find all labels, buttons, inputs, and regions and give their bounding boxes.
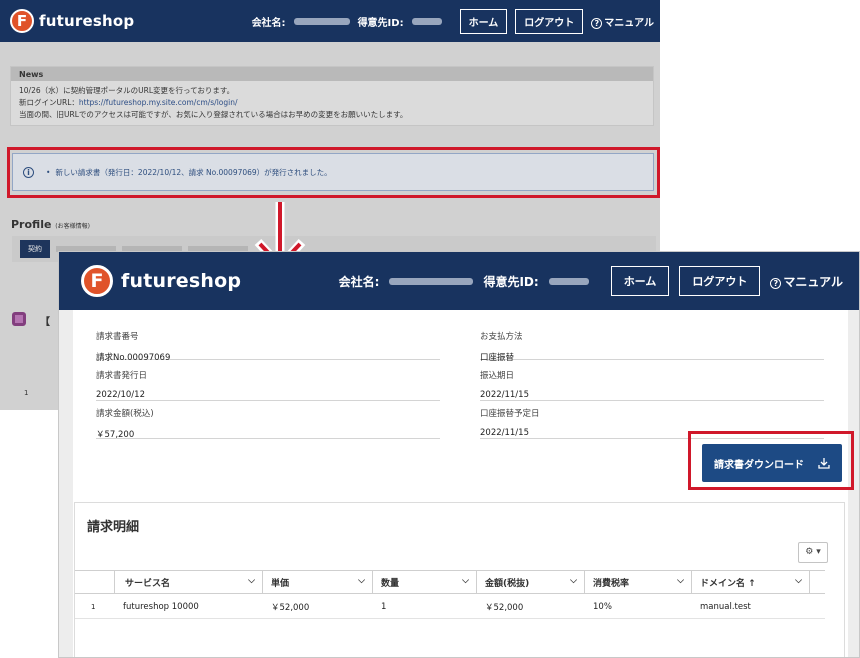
home-button[interactable]: ホーム <box>610 266 670 296</box>
cell-domain: manual.test <box>700 601 751 612</box>
due-date-field: 振込期日 2022/11/15 <box>480 369 824 401</box>
column-header-domain[interactable]: ドメイン名 ↑ ⌵ <box>692 571 810 593</box>
table-header: サービス名 ⌵ 単価 ⌵ 数量 ⌵ 金額(税抜) ⌵ 消費税率 ⌵ ドメイン名 ↑ ⌵ <box>75 570 825 594</box>
issue-date-field: 請求書発行日 2022/10/12 <box>96 369 440 401</box>
invoice-amount-field: 請求金額(税込) ￥57,200 <box>96 407 440 440</box>
help-icon: ? <box>770 277 782 289</box>
field-value: 請求No.00097069 <box>96 353 171 363</box>
back-header: F futureshop 会社名: 得意先ID: ホーム ログアウト ? マニュア… <box>0 0 660 42</box>
table-row: 1 futureshop 10000 ￥52,000 1 ￥52,000 10%… <box>75 595 825 619</box>
home-button[interactable]: ホーム <box>459 8 508 34</box>
column-header-tax-rate[interactable]: 消費税率 ⌵ <box>585 571 692 593</box>
column-label: ドメイン名 ↑ <box>700 578 756 589</box>
company-label: 会社名: <box>251 17 286 29</box>
field-label: 振込期日 <box>480 371 515 381</box>
row-index: 1 <box>24 389 29 397</box>
table-settings-gear-icon[interactable]: ⚙ ▾ <box>798 542 828 563</box>
field-label: お支払方法 <box>480 332 523 342</box>
news-panel: News 10/26（水）に契約管理ポータルのURL変更を行っております。 新ロ… <box>10 66 654 126</box>
news-url-label: 新ログインURL： <box>19 98 79 107</box>
field-value: ￥57,200 <box>96 430 135 440</box>
profile-subtitle: (お客様情報) <box>55 223 90 230</box>
news-title: News <box>11 67 653 81</box>
cell-amount: ￥52,000 <box>485 602 524 613</box>
column-header-service[interactable]: サービス名 ⌵ <box>115 571 263 593</box>
field-label: 請求書発行日 <box>96 371 148 381</box>
cell-quantity: 1 <box>381 601 387 612</box>
column-label: 消費税率 <box>593 578 630 589</box>
customer-id-label: 得意先ID: <box>483 274 539 289</box>
cell-service: futureshop 10000 <box>123 601 199 612</box>
column-label: サービス名 <box>125 578 171 589</box>
profile-title: Profile <box>11 218 52 231</box>
field-value: 口座振替 <box>480 353 515 363</box>
field-label: 請求書番号 <box>96 332 139 342</box>
column-label: 数量 <box>381 578 400 589</box>
cell-index: 1 <box>91 602 96 611</box>
company-name-redacted <box>389 277 474 285</box>
field-label: 請求金額(税込) <box>96 409 154 419</box>
news-line: 当面の間、旧URLでのアクセスは可能ですが、お気に入り登録されている場合はお早め… <box>19 110 408 119</box>
chevron-down-icon[interactable]: ⌵ <box>248 576 255 586</box>
chevron-down-icon[interactable]: ⌵ <box>795 576 802 586</box>
chevron-down-icon[interactable]: ⌵ <box>358 576 365 586</box>
detail-title: 請求明細 <box>87 520 140 535</box>
chevron-down-icon[interactable]: ⌵ <box>570 576 577 586</box>
company-name-redacted <box>293 17 350 25</box>
section-title-bracket: 【 <box>40 317 50 328</box>
column-header-index <box>75 571 115 593</box>
invoice-number-field: 請求書番号 請求No.00097069 <box>96 330 440 363</box>
highlight-box-alert <box>7 147 660 198</box>
manual-label: マニュアル <box>783 274 843 289</box>
column-header-quantity[interactable]: 数量 ⌵ <box>373 571 477 593</box>
cell-tax-rate: 10% <box>593 601 612 612</box>
field-value: 2022/10/12 <box>96 390 145 400</box>
payment-method-field: お支払方法 口座振替 <box>480 330 824 363</box>
logo-text: futureshop <box>39 12 135 30</box>
manual-link[interactable]: ? マニュアル <box>770 273 843 290</box>
company-label: 会社名: <box>338 274 380 289</box>
highlight-box-download <box>688 431 854 490</box>
invoice-detail-panel: 請求明細 ⚙ ▾ サービス名 ⌵ 単価 ⌵ 数量 ⌵ 金額(税抜) ⌵ 消費税率 ⌵ <box>74 502 845 657</box>
futureshop-logo-icon: F <box>81 265 113 297</box>
futureshop-logo-icon: F <box>10 9 34 33</box>
field-label: 口座振替予定日 <box>480 409 540 419</box>
column-label: 金額(税抜) <box>485 578 530 589</box>
column-header-unit-price[interactable]: 単価 ⌵ <box>263 571 373 593</box>
profile-heading: Profile (お客様情報) <box>11 218 90 231</box>
customer-id-redacted <box>411 17 442 25</box>
column-label: 単価 <box>271 578 290 589</box>
news-url-link[interactable]: https://futureshop.my.site.com/cm/s/logi… <box>79 98 238 107</box>
customer-id-redacted <box>548 277 589 285</box>
chevron-down-icon[interactable]: ⌵ <box>677 576 684 586</box>
logout-button[interactable]: ログアウト <box>515 8 584 34</box>
column-header-amount[interactable]: 金額(税抜) ⌵ <box>477 571 585 593</box>
chevron-down-icon[interactable]: ⌵ <box>462 576 469 586</box>
field-value: 2022/11/15 <box>480 390 529 400</box>
section-icon <box>12 312 26 326</box>
front-header: F futureshop 会社名: 得意先ID: ホーム ログアウト ? マニュア… <box>59 252 859 310</box>
help-icon: ? <box>591 17 603 29</box>
logo-text: futureshop <box>121 270 242 292</box>
logout-button[interactable]: ログアウト <box>679 266 761 296</box>
cell-unit-price: ￥52,000 <box>271 602 310 613</box>
manual-link[interactable]: ? マニュアル <box>591 14 654 29</box>
tab-contract[interactable]: 契約 <box>20 240 50 258</box>
manual-label: マニュアル <box>604 17 654 29</box>
news-line: 10/26（水）に契約管理ポータルのURL変更を行っております。 <box>19 86 235 95</box>
customer-id-label: 得意先ID: <box>357 17 404 29</box>
